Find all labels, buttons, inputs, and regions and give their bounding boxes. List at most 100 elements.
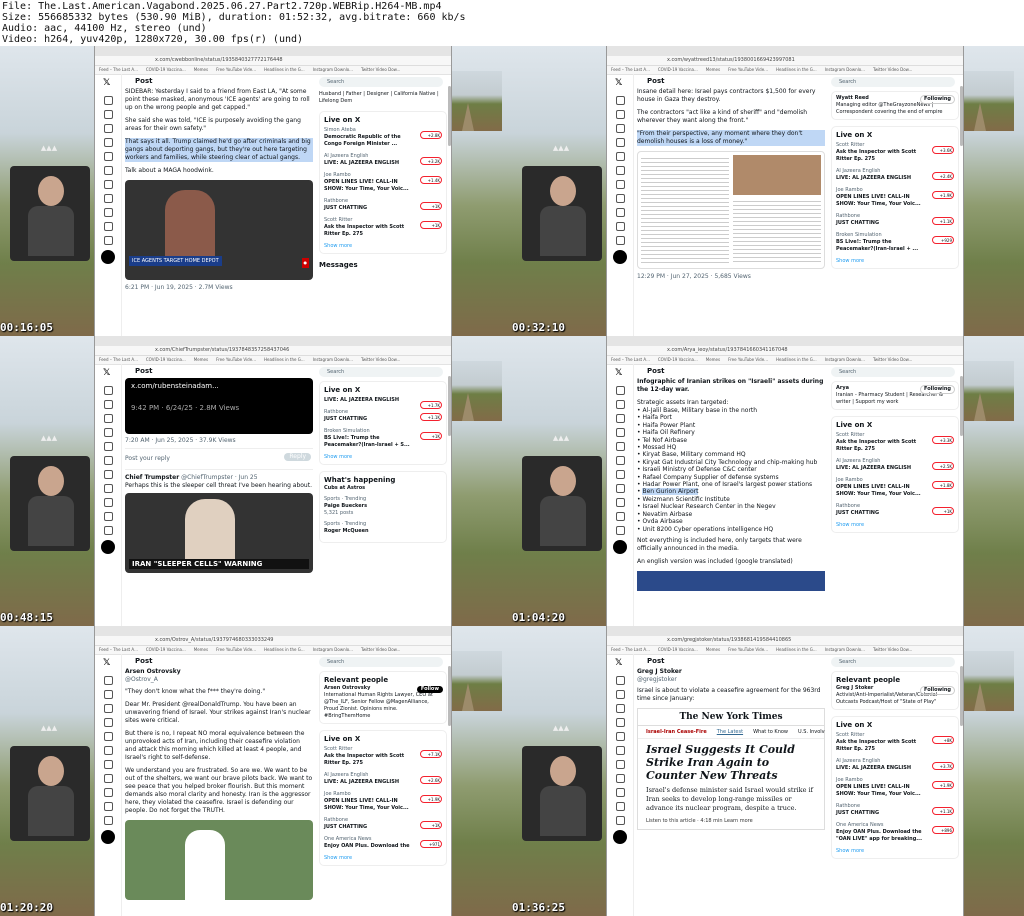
address-bar[interactable]: x.com/ChiefTrumpster/status/193784835725… (95, 346, 451, 356)
grok-icon[interactable] (104, 732, 113, 741)
live-item[interactable]: Rathbone JUST CHATTING +1.1K (836, 213, 954, 227)
bookmark-item[interactable]: Instagram Downlo... (825, 67, 865, 72)
live-item[interactable]: Simon Ateba Democratic Republic of the Co… (324, 127, 442, 148)
home-icon[interactable] (616, 386, 625, 395)
profile-icon[interactable] (104, 802, 113, 811)
nyt-tab[interactable]: Israel-Iran Cease-Fire (646, 729, 707, 735)
bookmark-item[interactable]: Free YouTube Vide... (728, 67, 768, 72)
bookmark-item[interactable]: Feed – The Last A... (611, 647, 650, 652)
x-logo-icon[interactable]: 𝕏 (103, 368, 110, 378)
live-item[interactable]: Al Jazeera English LIVE: AL JAZEERA ENGLI… (324, 772, 442, 786)
quoted-media[interactable]: x.com/rubensteinadam... 9:42 PM · 6/24/25… (125, 378, 313, 434)
live-item[interactable]: Rathbone JUST CHATTING +1.1K (324, 409, 442, 423)
reply-author[interactable]: Chief Trumpster (125, 474, 179, 481)
home-icon[interactable] (616, 96, 625, 105)
scrollbar[interactable] (960, 86, 963, 146)
explore-icon[interactable] (616, 400, 625, 409)
bookmark-item[interactable]: COVID-19 Vaccina... (658, 357, 698, 362)
bookmarks-icon[interactable] (616, 180, 625, 189)
trend-item[interactable]: Sports · Trending Roger McQueen (324, 521, 442, 535)
search-input[interactable]: Search (319, 367, 443, 377)
notifications-icon[interactable] (616, 414, 625, 423)
scrollbar[interactable] (960, 666, 963, 726)
live-item[interactable]: Scott Ritter Ask the Inspector with Scott… (836, 732, 954, 753)
profile-icon[interactable] (616, 802, 625, 811)
grok-icon[interactable] (616, 442, 625, 451)
home-icon[interactable] (616, 676, 625, 685)
bookmarks-icon[interactable] (616, 760, 625, 769)
messages-drawer[interactable]: Messages (319, 262, 447, 269)
post-photo[interactable] (125, 820, 313, 900)
premium-icon[interactable] (616, 788, 625, 797)
live-item[interactable]: Al Jazeera English LIVE: AL JAZEERA ENGLI… (836, 458, 954, 472)
bookmark-item[interactable]: Instagram Downlo... (313, 67, 353, 72)
live-item[interactable]: Rathbone JUST CHATTING +1.1K (836, 803, 954, 817)
explore-icon[interactable] (104, 690, 113, 699)
lists-icon[interactable] (616, 746, 625, 755)
bookmark-item[interactable]: Twitter Video Dow... (873, 67, 912, 72)
search-input[interactable]: Search (831, 657, 955, 667)
bookmarks-icon[interactable] (616, 470, 625, 479)
compose-post-icon[interactable] (613, 830, 627, 844)
bookmark-item[interactable]: Twitter Video Dow... (361, 647, 400, 652)
more-icon[interactable] (104, 526, 113, 535)
live-item[interactable]: Rathbone JUST CHATTING +1K (324, 817, 442, 831)
compose-post-icon[interactable] (101, 250, 115, 264)
live-item[interactable]: One America News Enjoy OAN Plus. Download… (324, 836, 442, 850)
bookmark-item[interactable]: Free YouTube Vide... (216, 67, 256, 72)
scrollbar[interactable] (448, 666, 451, 726)
more-icon[interactable] (104, 816, 113, 825)
bookmark-item[interactable]: Memes (706, 357, 720, 362)
lists-icon[interactable] (616, 456, 625, 465)
bookmark-item[interactable]: COVID-19 Vaccina... (658, 647, 698, 652)
premium-icon[interactable] (104, 788, 113, 797)
bookmark-item[interactable]: Twitter Video Dow... (873, 647, 912, 652)
scrollbar[interactable] (448, 86, 451, 146)
notifications-icon[interactable] (104, 704, 113, 713)
premium-icon[interactable] (616, 208, 625, 217)
live-item[interactable]: Al Jazeera English LIVE: AL JAZEERA ENGLI… (836, 168, 954, 182)
live-item[interactable]: Al Jazeera English LIVE: AL JAZEERA ENGLI… (836, 758, 954, 772)
bookmark-item[interactable]: Twitter Video Dow... (873, 357, 912, 362)
communities-icon[interactable] (104, 484, 113, 493)
reply-box[interactable]: Post your reply Reply (125, 448, 313, 470)
bookmark-item[interactable]: COVID-19 Vaccina... (658, 67, 698, 72)
live-item[interactable]: Scott Ritter Ask the Inspector with Scott… (324, 217, 442, 238)
address-bar[interactable]: x.com/cwebbonline/status/193584032777217… (95, 56, 451, 66)
profile-icon[interactable] (616, 512, 625, 521)
home-icon[interactable] (104, 386, 113, 395)
x-logo-icon[interactable]: 𝕏 (615, 658, 622, 668)
address-bar[interactable]: x.com/gregjstoker/status/193868141958441… (607, 636, 963, 646)
grok-icon[interactable] (616, 732, 625, 741)
profile-icon[interactable] (104, 512, 113, 521)
live-item[interactable]: Joe Rambo OPEN LINES LIVE! CALL-IN SHOW: … (324, 791, 442, 812)
compose-post-icon[interactable] (101, 830, 115, 844)
more-icon[interactable] (104, 236, 113, 245)
bookmark-item[interactable]: Headlines in the G... (776, 357, 817, 362)
bookmark-item[interactable]: Memes (194, 357, 208, 362)
post-author[interactable]: Greg J Stoker (637, 668, 682, 675)
notifications-icon[interactable] (616, 704, 625, 713)
lists-icon[interactable] (616, 166, 625, 175)
home-icon[interactable] (104, 676, 113, 685)
bookmark-item[interactable]: COVID-19 Vaccina... (146, 357, 186, 362)
live-item[interactable]: Rathbone JUST CHATTING +1K (324, 198, 442, 212)
explore-icon[interactable] (104, 400, 113, 409)
scrollbar[interactable] (448, 376, 451, 436)
messages-icon[interactable] (104, 718, 113, 727)
search-input[interactable]: Search (831, 367, 955, 377)
live-item[interactable]: Scott Ritter Ask the Inspector with Scott… (324, 746, 442, 767)
bookmark-item[interactable]: Instagram Downlo... (313, 647, 353, 652)
bookmark-item[interactable]: COVID-19 Vaccina... (146, 67, 186, 72)
show-more-link[interactable]: Show more (836, 848, 954, 855)
address-bar[interactable]: x.com/Arya_ieoy/status/19378416603411670… (607, 346, 963, 356)
trend-item[interactable]: Sports · Trending Paige Bueckers 5,321 pos… (324, 496, 442, 517)
profile-icon[interactable] (104, 222, 113, 231)
explore-icon[interactable] (104, 110, 113, 119)
communities-icon[interactable] (104, 774, 113, 783)
notifications-icon[interactable] (616, 124, 625, 133)
bookmark-item[interactable]: Headlines in the G... (264, 647, 305, 652)
scrollbar[interactable] (960, 376, 963, 436)
browser-tab-bar[interactable] (95, 46, 451, 56)
search-input[interactable]: Search (319, 77, 443, 87)
